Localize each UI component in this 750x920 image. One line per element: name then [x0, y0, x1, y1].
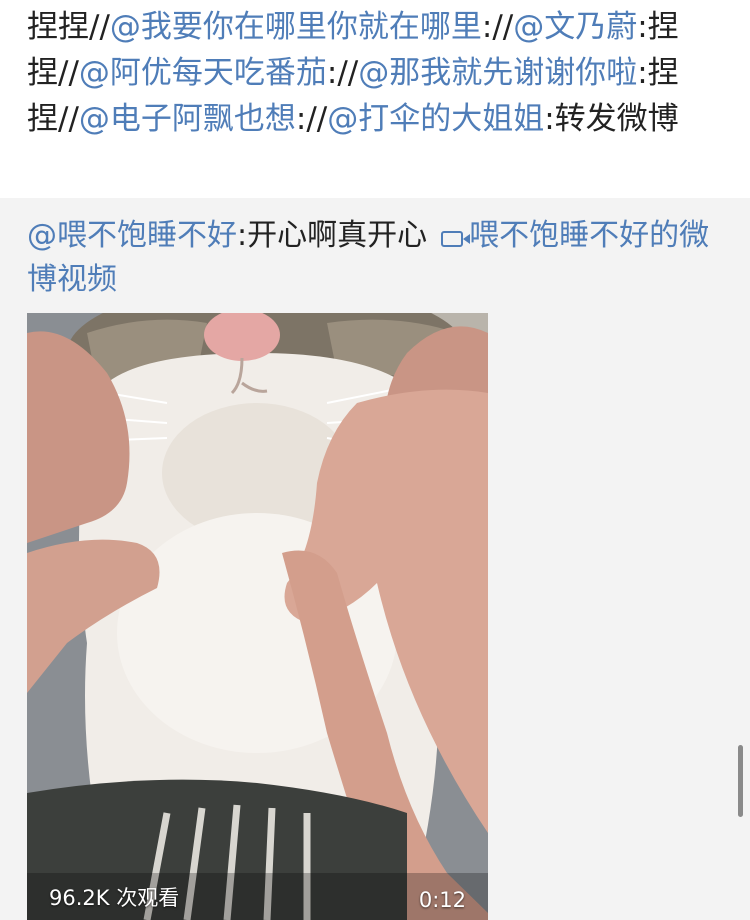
- mention-link[interactable]: @打伞的大姐姐: [327, 101, 544, 137]
- mention-link[interactable]: @我要你在哪里你就在哪里: [110, 9, 482, 45]
- mention-link[interactable]: @电子阿飘也想: [79, 101, 296, 137]
- repost-text: 捏捏//@我要你在哪里你就在哪里://@文乃蔚:捏捏//@阿优每天吃番茄://@…: [27, 4, 727, 142]
- original-post-card[interactable]: @喂不饱睡不好:开心啊真开心 喂不饱睡不好的微博视频 96.2K 次观看 0:1…: [0, 198, 750, 920]
- original-author-link[interactable]: @喂不饱睡不好: [27, 218, 237, 253]
- video-thumbnail: [27, 313, 488, 920]
- repost-segment: ://: [295, 101, 328, 137]
- video-camera-icon: [441, 231, 471, 247]
- mention-link[interactable]: @文乃蔚: [513, 9, 637, 45]
- repost-segment: ://: [481, 9, 514, 45]
- video-player[interactable]: 96.2K 次观看 0:12: [27, 313, 488, 920]
- mention-link[interactable]: @那我就先谢谢你啦: [358, 55, 637, 91]
- repost-section: 捏捏//@我要你在哪里你就在哪里://@文乃蔚:捏捏//@阿优每天吃番茄://@…: [0, 0, 750, 198]
- original-content: :开心啊真开心: [237, 218, 428, 253]
- scrollbar[interactable]: [738, 745, 743, 817]
- video-duration: 0:12: [418, 888, 466, 912]
- mention-link[interactable]: @阿优每天吃番茄: [79, 55, 327, 91]
- video-view-count: 96.2K 次观看: [49, 886, 180, 910]
- repost-segment: :转发微博: [544, 101, 679, 137]
- repost-segment: 捏捏//: [27, 9, 110, 45]
- original-post-text: @喂不饱睡不好:开心啊真开心 喂不饱睡不好的微博视频: [27, 214, 717, 302]
- repost-segment: ://: [326, 55, 359, 91]
